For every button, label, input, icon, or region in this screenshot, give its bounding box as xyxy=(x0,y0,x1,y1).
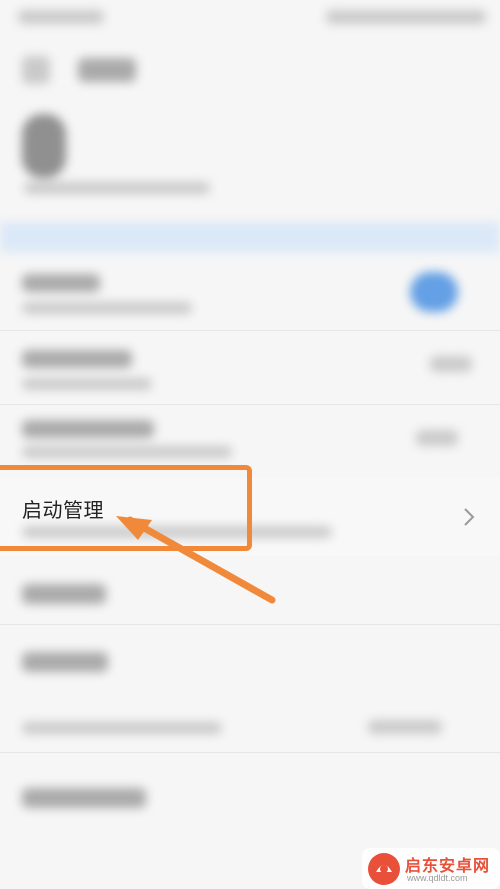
page-header xyxy=(0,40,500,110)
app-info-text xyxy=(24,182,210,194)
highlight-box xyxy=(0,465,252,551)
page-title xyxy=(78,58,136,82)
app-icon xyxy=(22,114,66,178)
back-icon[interactable] xyxy=(22,56,50,84)
status-bar xyxy=(0,0,500,40)
app-info xyxy=(0,110,500,220)
watermark-url: www.qdldt.com xyxy=(407,873,468,883)
chevron-right-icon xyxy=(464,508,475,526)
toggle-switch[interactable] xyxy=(410,272,458,312)
section-band xyxy=(0,222,500,252)
